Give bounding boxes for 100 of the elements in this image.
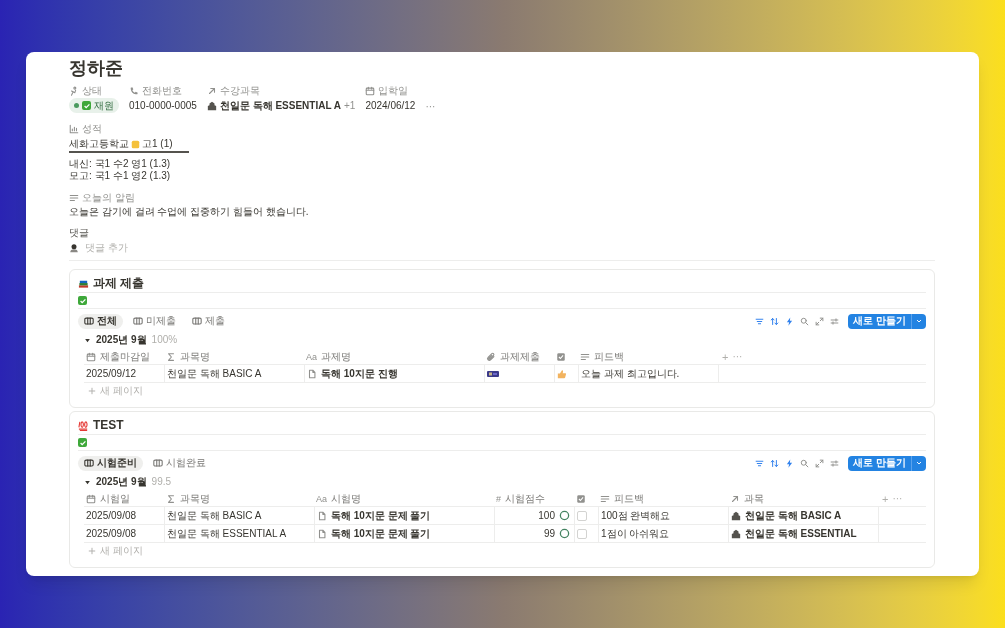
table-icon: [84, 458, 94, 468]
column-header[interactable]: 피드백: [598, 492, 728, 505]
column-label: 시험일: [100, 492, 130, 505]
page-icon: [317, 528, 327, 539]
database-title: 과제 제출: [93, 275, 145, 291]
group-summary: 100%: [151, 334, 178, 346]
relation-link[interactable]: 천일문 독해 ESSENTIAL: [745, 527, 857, 540]
view-tab[interactable]: 전체: [78, 313, 123, 329]
column-header[interactable]: # 시험점수: [494, 492, 574, 505]
thumbs-up-icon: [557, 368, 567, 379]
new-button[interactable]: 새로 만들기: [848, 455, 926, 471]
phone-icon: [129, 85, 139, 96]
page-link[interactable]: 독해 10지문 진행: [321, 367, 398, 380]
property-type-icon: Aa: [306, 350, 317, 363]
table-cell: 1점이 아쉬워요: [601, 527, 670, 540]
table-cell: 100점 완벽해요: [601, 509, 671, 522]
sliders-icon: [830, 316, 840, 326]
table-cell: 천일문 독해 BASIC A: [167, 367, 262, 380]
building-icon: [206, 100, 217, 111]
building-icon: [731, 510, 741, 521]
ring-icon: [559, 528, 570, 539]
column-label: 피드백: [614, 492, 644, 505]
column-header[interactable]: 과목: [728, 492, 878, 505]
database-title: TEST: [93, 417, 124, 433]
section-label: 성적: [82, 123, 102, 135]
table-icon: [84, 316, 94, 326]
column-header[interactable]: 과제제출: [484, 350, 554, 363]
checkbox-icon: [576, 493, 586, 504]
page-icon: [317, 510, 327, 521]
filter-icon: [755, 458, 765, 468]
view-tab[interactable]: 미제출: [127, 313, 182, 329]
property-type-icon: #: [496, 492, 501, 505]
person-icon: [69, 85, 79, 96]
expand-icon: [815, 458, 825, 468]
column-header[interactable]: 피드백: [578, 350, 718, 363]
checkbox-icon: [556, 351, 566, 362]
avatar-icon: [69, 243, 79, 253]
column-header[interactable]: 과목명: [164, 350, 304, 363]
table-icon: [192, 316, 202, 326]
text-lines-icon: [580, 351, 590, 362]
column-label: 과목: [744, 492, 764, 505]
column-header[interactable]: 제출마감일: [84, 350, 164, 363]
property-value: 2024/06/12: [365, 99, 416, 112]
calendar-icon: [86, 351, 96, 362]
column-header[interactable]: Aa 과제명: [304, 350, 484, 363]
page-title: 정하준: [69, 57, 124, 80]
sigma-icon: [166, 493, 176, 504]
comment-input[interactable]: 댓글 추가: [85, 242, 205, 254]
table-icon: [133, 316, 143, 326]
group-summary: 99.5: [151, 476, 172, 488]
chevron-down-icon: [915, 317, 923, 325]
score-value: 99: [543, 527, 555, 540]
lightning-icon: [785, 316, 795, 326]
sigma-icon: [166, 351, 176, 362]
column-label: 과제명: [321, 350, 351, 363]
comments-heading: 댓글: [69, 227, 90, 239]
column-label: 시험점수: [505, 492, 545, 505]
table-cell: 오늘 과제 최고입니다.: [581, 367, 680, 380]
search-icon: [800, 316, 810, 326]
page-link[interactable]: 독해 10지문 문제 풀기: [331, 527, 431, 540]
view-tab[interactable]: 시험준비: [78, 455, 143, 471]
checkbox[interactable]: [577, 528, 587, 539]
status-text: 재원: [94, 99, 114, 112]
lightning-icon: [785, 458, 795, 468]
view-tab[interactable]: 제출: [186, 313, 231, 329]
calendar-icon: [86, 493, 96, 504]
search-icon: [800, 458, 810, 468]
section-label: 오늘의 알림: [82, 192, 135, 204]
relation-link[interactable]: 천일문 독해 BASIC A: [745, 509, 842, 522]
grade-tab[interactable]: 세화고등학교 고1 (1): [69, 137, 189, 153]
ring-icon: [559, 510, 570, 521]
column-label: 제출마감일: [100, 350, 150, 363]
plus-icon: [88, 547, 96, 555]
more-count: +1: [343, 99, 356, 112]
property-label: 수강과목: [219, 84, 260, 97]
chart-icon: [69, 124, 79, 134]
checkbox[interactable]: [577, 510, 587, 521]
relation-link[interactable]: 천일문 독해 ESSENTIAL A: [219, 99, 341, 112]
column-label: 피드백: [594, 350, 624, 363]
more-button[interactable]: ···: [425, 101, 436, 113]
view-tab[interactable]: 시험완료: [147, 455, 212, 471]
column-header[interactable]: Aa 시험명: [314, 492, 494, 505]
plus-icon: [88, 387, 96, 395]
group-label: 2025년 9월: [96, 334, 147, 346]
page-link[interactable]: 독해 10지문 문제 풀기: [331, 509, 431, 522]
building-icon: [731, 528, 741, 539]
property-label: 입학일: [378, 84, 409, 97]
arrow-icon: [730, 493, 740, 504]
column-label: 시험명: [331, 492, 361, 505]
table-cell: 천일문 독해 ESSENTIAL A: [167, 527, 287, 540]
table-cell: 2025/09/08: [86, 509, 137, 522]
hundred-points-icon: [78, 419, 89, 431]
column-header[interactable]: 과목명: [164, 492, 314, 505]
new-button[interactable]: 새로 만들기: [848, 313, 926, 329]
sort-icon: [770, 316, 780, 326]
expand-icon: [815, 316, 825, 326]
column-header[interactable]: 시험일: [84, 492, 164, 505]
property-label: 전화번호: [142, 84, 182, 97]
table-icon: [153, 458, 163, 468]
group-label: 2025년 9월: [96, 476, 147, 488]
